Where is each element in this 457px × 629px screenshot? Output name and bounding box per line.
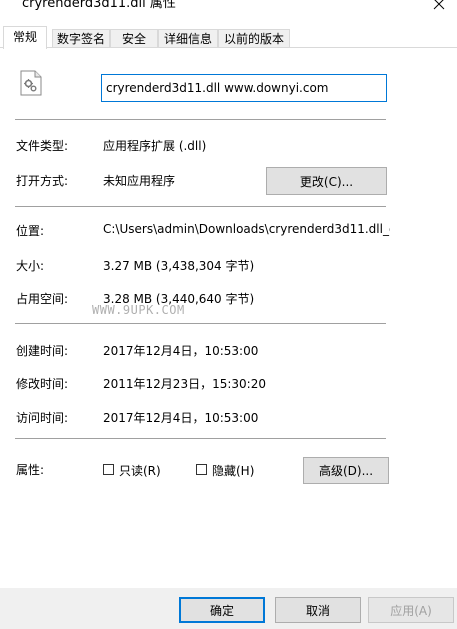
opens-with-label: 打开方式: (16, 174, 69, 188)
change-button[interactable]: 更改(C)... (266, 167, 387, 195)
location-label: 位置: (16, 224, 45, 238)
created-label: 创建时间: (16, 344, 69, 358)
hidden-label[interactable]: 隐藏(H) (212, 462, 254, 479)
modified-value: 2011年12月23日，15:30:20 (103, 377, 266, 391)
close-button[interactable] (423, 0, 457, 14)
file-name-input[interactable] (101, 74, 387, 102)
size-label: 大小: (16, 259, 45, 273)
size-on-disk-label: 占用空间: (16, 292, 69, 306)
modified-label: 修改时间: (16, 377, 69, 391)
apply-button[interactable]: 应用(A) (368, 597, 454, 623)
accessed-value: 2017年12月4日，10:53:00 (103, 411, 259, 425)
tab-strip: 常规 数字签名 安全 详细信息 以前的版本 (0, 26, 457, 49)
accessed-label: 访问时间: (16, 411, 69, 425)
cancel-button[interactable]: 取消 (275, 597, 361, 623)
hidden-checkbox[interactable] (196, 464, 207, 475)
readonly-checkbox[interactable] (103, 464, 114, 475)
separator (15, 119, 386, 120)
tab-digital-signatures[interactable]: 数字签名 (52, 29, 110, 48)
title-bar: cryrenderd3d11.dll 属性 (0, 0, 457, 22)
readonly-label[interactable]: 只读(R) (119, 462, 161, 479)
separator (15, 323, 386, 324)
advanced-button[interactable]: 高级(D)... (303, 457, 389, 484)
file-type-label: 文件类型: (16, 139, 69, 153)
close-icon (433, 0, 445, 10)
dll-file-icon (20, 70, 42, 96)
separator (15, 206, 386, 207)
attributes-label: 属性: (16, 463, 45, 477)
tab-previous-versions[interactable]: 以前的版本 (218, 29, 290, 48)
opens-with-value: 未知应用程序 (103, 174, 176, 188)
file-type-value: 应用程序扩展 (.dll) (103, 139, 207, 153)
ok-button[interactable]: 确定 (179, 597, 265, 623)
watermark: WWW.9UPK.COM (92, 303, 185, 317)
tab-general[interactable]: 常规 (3, 26, 47, 49)
created-value: 2017年12月4日，10:53:00 (103, 344, 259, 358)
tab-details[interactable]: 详细信息 (158, 29, 218, 48)
separator (15, 438, 386, 439)
general-panel (0, 48, 457, 588)
tab-security[interactable]: 安全 (110, 29, 158, 48)
location-value: C:\Users\admin\Downloads\cryrenderd3d11.… (103, 222, 390, 236)
window-title: cryrenderd3d11.dll 属性 (22, 0, 176, 11)
size-value: 3.27 MB (3,438,304 字节) (103, 259, 255, 273)
